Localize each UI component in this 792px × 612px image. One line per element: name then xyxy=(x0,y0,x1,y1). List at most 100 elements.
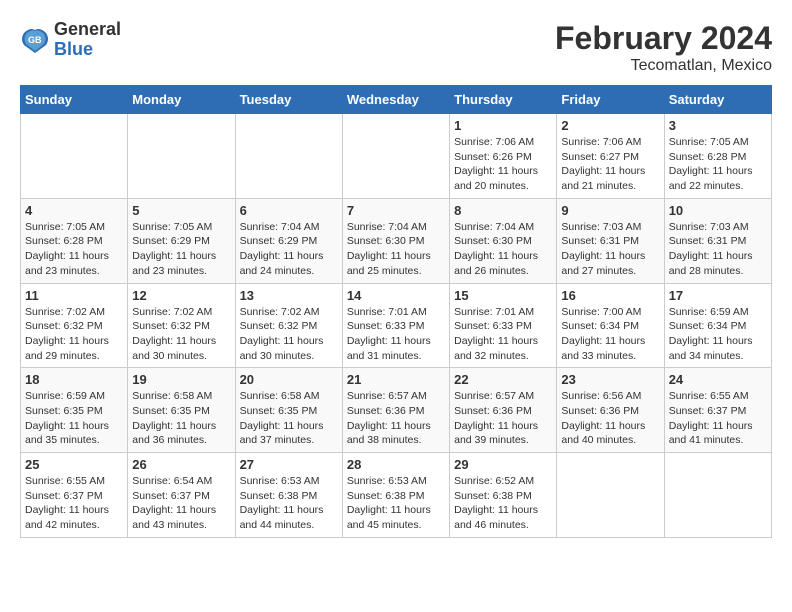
day-number: 2 xyxy=(561,118,659,133)
day-info: Sunrise: 7:00 AMSunset: 6:34 PMDaylight:… xyxy=(561,305,659,364)
day-number: 27 xyxy=(240,457,338,472)
calendar-cell: 15 Sunrise: 7:01 AMSunset: 6:33 PMDayligh… xyxy=(450,283,557,368)
day-number: 24 xyxy=(669,372,767,387)
header-cell-thursday: Thursday xyxy=(450,86,557,114)
calendar-cell: 8Sunrise: 7:04 AMSunset: 6:30 PMDaylight… xyxy=(450,198,557,283)
calendar-cell: 17 Sunrise: 6:59 AMSunset: 6:34 PMDayligh… xyxy=(664,283,771,368)
calendar-cell: 11 Sunrise: 7:02 AMSunset: 6:32 PMDayligh… xyxy=(21,283,128,368)
day-number: 13 xyxy=(240,288,338,303)
day-number: 12 xyxy=(132,288,230,303)
day-info: Sunrise: 6:53 AMSunset: 6:38 PMDaylight:… xyxy=(347,474,445,533)
day-number: 10 xyxy=(669,203,767,218)
calendar-cell: 13 Sunrise: 7:02 AMSunset: 6:32 PMDayligh… xyxy=(235,283,342,368)
day-info: Sunrise: 7:03 AMSunset: 6:31 PMDaylight:… xyxy=(669,220,767,279)
calendar-cell xyxy=(21,114,128,199)
day-info: Sunrise: 6:54 AMSunset: 6:37 PMDaylight:… xyxy=(132,474,230,533)
calendar-cell xyxy=(557,453,664,538)
calendar-week-4: 25Sunrise: 6:55 AMSunset: 6:37 PMDayligh… xyxy=(21,453,772,538)
calendar-cell xyxy=(664,453,771,538)
day-number: 16 xyxy=(561,288,659,303)
calendar-cell: 22 Sunrise: 6:57 AMSunset: 6:36 PMDayligh… xyxy=(450,368,557,453)
day-info: Sunrise: 6:59 AMSunset: 6:34 PMDaylight:… xyxy=(669,305,767,364)
day-info: Sunrise: 6:55 AMSunset: 6:37 PMDaylight:… xyxy=(25,474,123,533)
calendar-cell xyxy=(342,114,449,199)
day-info: Sunrise: 7:04 AMSunset: 6:30 PMDaylight:… xyxy=(347,220,445,279)
calendar-cell: 3Sunrise: 7:05 AMSunset: 6:28 PMDaylight… xyxy=(664,114,771,199)
calendar-subtitle: Tecomatlan, Mexico xyxy=(555,57,772,75)
day-info: Sunrise: 6:55 AMSunset: 6:37 PMDaylight:… xyxy=(669,389,767,448)
day-info: Sunrise: 6:56 AMSunset: 6:36 PMDaylight:… xyxy=(561,389,659,448)
calendar-cell: 27 Sunrise: 6:53 AMSunset: 6:38 PMDayligh… xyxy=(235,453,342,538)
logo-icon: GB xyxy=(20,25,50,55)
day-number: 15 xyxy=(454,288,552,303)
header-row: SundayMondayTuesdayWednesdayThursdayFrid… xyxy=(21,86,772,114)
calendar-week-3: 18Sunrise: 6:59 AMSunset: 6:35 PMDayligh… xyxy=(21,368,772,453)
day-number: 20 xyxy=(240,372,338,387)
calendar-title: February 2024 xyxy=(555,20,772,57)
svg-text:GB: GB xyxy=(28,35,42,45)
logo-text: General Blue xyxy=(54,20,121,60)
day-info: Sunrise: 7:04 AMSunset: 6:30 PMDaylight:… xyxy=(454,220,552,279)
calendar-cell: 6 Sunrise: 7:04 AMSunset: 6:29 PMDaylight… xyxy=(235,198,342,283)
day-number: 4 xyxy=(25,203,123,218)
logo-blue-text: Blue xyxy=(54,40,121,60)
day-info: Sunrise: 7:04 AMSunset: 6:29 PMDaylight:… xyxy=(240,220,338,279)
calendar-cell xyxy=(235,114,342,199)
day-number: 26 xyxy=(132,457,230,472)
calendar-week-2: 11 Sunrise: 7:02 AMSunset: 6:32 PMDayligh… xyxy=(21,283,772,368)
day-number: 17 xyxy=(669,288,767,303)
day-number: 22 xyxy=(454,372,552,387)
day-number: 21 xyxy=(347,372,445,387)
day-info: Sunrise: 6:59 AMSunset: 6:35 PMDaylight:… xyxy=(25,389,123,448)
day-info: Sunrise: 7:05 AMSunset: 6:28 PMDaylight:… xyxy=(25,220,123,279)
calendar-cell xyxy=(128,114,235,199)
day-info: Sunrise: 7:06 AMSunset: 6:27 PMDaylight:… xyxy=(561,135,659,194)
day-info: Sunrise: 7:06 AMSunset: 6:26 PMDaylight:… xyxy=(454,135,552,194)
calendar-cell: 9Sunrise: 7:03 AMSunset: 6:31 PMDaylight… xyxy=(557,198,664,283)
logo-general-text: General xyxy=(54,20,121,40)
header-cell-sunday: Sunday xyxy=(21,86,128,114)
calendar-cell: 23 Sunrise: 6:56 AMSunset: 6:36 PMDayligh… xyxy=(557,368,664,453)
day-info: Sunrise: 7:02 AMSunset: 6:32 PMDaylight:… xyxy=(240,305,338,364)
calendar-cell: 19Sunrise: 6:58 AMSunset: 6:35 PMDayligh… xyxy=(128,368,235,453)
calendar-cell: 16 Sunrise: 7:00 AMSunset: 6:34 PMDayligh… xyxy=(557,283,664,368)
calendar-cell: 21Sunrise: 6:57 AMSunset: 6:36 PMDayligh… xyxy=(342,368,449,453)
day-info: Sunrise: 7:05 AMSunset: 6:29 PMDaylight:… xyxy=(132,220,230,279)
day-number: 5 xyxy=(132,203,230,218)
day-info: Sunrise: 7:01 AMSunset: 6:33 PMDaylight:… xyxy=(454,305,552,364)
calendar-cell: 24 Sunrise: 6:55 AMSunset: 6:37 PMDayligh… xyxy=(664,368,771,453)
day-info: Sunrise: 7:02 AMSunset: 6:32 PMDaylight:… xyxy=(25,305,123,364)
calendar-cell: 20 Sunrise: 6:58 AMSunset: 6:35 PMDayligh… xyxy=(235,368,342,453)
header-cell-friday: Friday xyxy=(557,86,664,114)
calendar-body: 1Sunrise: 7:06 AMSunset: 6:26 PMDaylight… xyxy=(21,114,772,538)
calendar-cell: 7 Sunrise: 7:04 AMSunset: 6:30 PMDaylight… xyxy=(342,198,449,283)
day-number: 29 xyxy=(454,457,552,472)
day-info: Sunrise: 6:58 AMSunset: 6:35 PMDaylight:… xyxy=(240,389,338,448)
day-number: 3 xyxy=(669,118,767,133)
day-info: Sunrise: 7:01 AMSunset: 6:33 PMDaylight:… xyxy=(347,305,445,364)
day-info: Sunrise: 7:02 AMSunset: 6:32 PMDaylight:… xyxy=(132,305,230,364)
calendar-cell: 10 Sunrise: 7:03 AMSunset: 6:31 PMDayligh… xyxy=(664,198,771,283)
calendar-table: SundayMondayTuesdayWednesdayThursdayFrid… xyxy=(20,85,772,538)
day-info: Sunrise: 6:57 AMSunset: 6:36 PMDaylight:… xyxy=(454,389,552,448)
calendar-cell: 4 Sunrise: 7:05 AMSunset: 6:28 PMDaylight… xyxy=(21,198,128,283)
day-number: 14 xyxy=(347,288,445,303)
day-number: 7 xyxy=(347,203,445,218)
title-block: February 2024 Tecomatlan, Mexico xyxy=(555,20,772,75)
calendar-cell: 28 Sunrise: 6:53 AMSunset: 6:38 PMDayligh… xyxy=(342,453,449,538)
calendar-cell: 2 Sunrise: 7:06 AMSunset: 6:27 PMDaylight… xyxy=(557,114,664,199)
day-info: Sunrise: 6:53 AMSunset: 6:38 PMDaylight:… xyxy=(240,474,338,533)
header-cell-tuesday: Tuesday xyxy=(235,86,342,114)
calendar-week-0: 1Sunrise: 7:06 AMSunset: 6:26 PMDaylight… xyxy=(21,114,772,199)
header-cell-monday: Monday xyxy=(128,86,235,114)
day-number: 11 xyxy=(25,288,123,303)
day-number: 19 xyxy=(132,372,230,387)
calendar-cell: 18Sunrise: 6:59 AMSunset: 6:35 PMDayligh… xyxy=(21,368,128,453)
day-number: 6 xyxy=(240,203,338,218)
page-header: GB General Blue February 2024 Tecomatlan… xyxy=(20,20,772,75)
calendar-header: SundayMondayTuesdayWednesdayThursdayFrid… xyxy=(21,86,772,114)
day-number: 28 xyxy=(347,457,445,472)
day-number: 23 xyxy=(561,372,659,387)
calendar-cell: 25Sunrise: 6:55 AMSunset: 6:37 PMDayligh… xyxy=(21,453,128,538)
day-number: 9 xyxy=(561,203,659,218)
